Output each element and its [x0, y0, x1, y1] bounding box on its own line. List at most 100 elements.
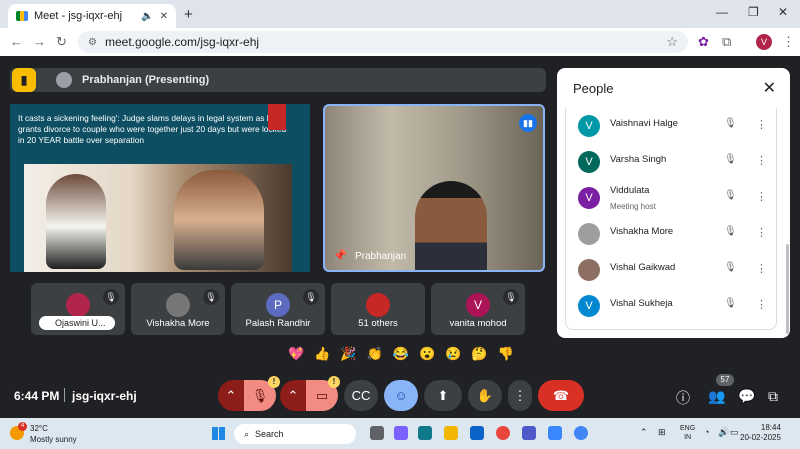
reaction-clap[interactable]: 👏 [367, 346, 383, 362]
chat-icon[interactable]: 💬 [738, 388, 755, 405]
participant-avatar: V [578, 295, 600, 317]
browser-toolbar: ← → ↻ ⚙ meet.google.com/jsg-iqxr-ehj ☆ ✿… [0, 28, 800, 56]
system-clock[interactable]: 18:44 20-02-2025 [740, 423, 781, 443]
others-tile[interactable]: 51 others [331, 283, 425, 335]
participant-name: Viddulata [610, 185, 650, 196]
presenter-camera-tile[interactable]: ▮▮ 📌 Prabhanjan [323, 104, 545, 272]
reaction-thumbs-up[interactable]: 👍 [314, 346, 330, 362]
more-vert-icon[interactable]: ⋮ [756, 262, 767, 275]
new-tab-button[interactable]: + [184, 6, 193, 23]
tray-chevron-icon[interactable]: ⌃ [640, 427, 648, 438]
participant-name: Vishal Gaikwad [610, 262, 676, 273]
muted-mic-icon: 🎙 [724, 298, 737, 309]
participant-avatar [66, 293, 90, 317]
battery-icon[interactable]: ▭ [730, 427, 739, 438]
forward-icon[interactable]: → [33, 34, 46, 49]
panel-close-icon[interactable]: ✕ [763, 78, 776, 98]
address-bar[interactable]: ⚙ meet.google.com/jsg-iqxr-ehj ☆ [78, 31, 688, 53]
captions-button[interactable]: CC [344, 380, 378, 411]
reaction-thinking[interactable]: 🤔 [471, 346, 487, 362]
wifi-icon[interactable]: ◔ [704, 427, 709, 437]
participant-avatar: V [578, 187, 600, 209]
site-info-icon[interactable]: ⚙ [88, 37, 97, 48]
participant-tile[interactable]: P 🎙 Palash Randhir [231, 283, 325, 335]
reload-icon[interactable]: ↻ [56, 34, 67, 50]
meet-favicon-icon [16, 11, 28, 21]
edge-icon[interactable] [418, 426, 432, 440]
file-explorer-icon[interactable] [444, 426, 458, 440]
more-options-button[interactable]: ⋮ [508, 380, 532, 411]
reaction-heart[interactable]: 💖 [288, 346, 304, 362]
reaction-sad[interactable]: 😢 [445, 346, 461, 362]
presenting-label: Prabhanjan (Presenting) [82, 74, 210, 86]
more-vert-icon[interactable]: ⋮ [756, 118, 767, 131]
region-code: IN [684, 434, 692, 441]
chrome-profile-icon[interactable] [574, 426, 588, 440]
participant-tile[interactable]: 🎙 Ojaswini U... [31, 283, 125, 335]
extension-flower-icon[interactable]: ✿ [698, 34, 709, 50]
pin-icon[interactable]: 📌 [333, 249, 347, 262]
camera-off-icon: ▭ [315, 387, 329, 403]
back-icon[interactable]: ← [10, 34, 23, 49]
panel-scrollbar[interactable] [786, 244, 789, 334]
participant-role: Meeting host [610, 202, 656, 211]
video-options-button[interactable]: ⌃ [280, 380, 306, 411]
profile-avatar[interactable]: V [756, 34, 772, 50]
task-view-icon[interactable] [370, 426, 384, 440]
participant-row[interactable]: V Vishal Sukheja 🎙 ⋮ [566, 288, 778, 324]
windows-start-icon[interactable] [212, 427, 225, 440]
participant-row[interactable]: V Varsha Singh 🎙 ⋮ [566, 144, 778, 180]
leave-call-button[interactable]: ☎ [538, 380, 584, 411]
outlook-icon[interactable] [470, 426, 484, 440]
teams-icon[interactable] [522, 426, 536, 440]
reaction-party[interactable]: 🎉 [340, 346, 356, 362]
activities-icon[interactable]: ⧉ [768, 388, 778, 405]
emoji-icon: ☺ [394, 388, 408, 403]
tab-close-icon[interactable]: ✕ [160, 11, 168, 22]
browser-tab[interactable]: Meet - jsg-iqxr-ehj 🔈 ✕ [8, 4, 176, 28]
tab-audio-icon[interactable]: 🔈 [141, 11, 153, 22]
reaction-surprised[interactable]: 😮 [419, 346, 435, 362]
reaction-laugh[interactable]: 😂 [393, 346, 409, 362]
hang-up-icon: ☎ [552, 387, 570, 403]
chrome-icon[interactable] [496, 426, 510, 440]
bookmark-star-icon[interactable]: ☆ [666, 34, 678, 50]
more-vert-icon[interactable]: ⋮ [756, 154, 767, 167]
participant-avatar [166, 293, 190, 317]
participant-name: Varsha Singh [610, 154, 667, 165]
copilot-icon[interactable] [394, 426, 408, 440]
present-button[interactable]: ⬆ [424, 380, 462, 411]
participant-name: Ojaswini U... [39, 316, 115, 330]
extensions-puzzle-icon[interactable]: ⧉ [722, 34, 731, 50]
store-icon[interactable] [548, 426, 562, 440]
more-vert-icon: ⋮ [513, 387, 527, 403]
more-vert-icon[interactable]: ⋮ [756, 190, 767, 203]
participant-avatar [578, 259, 600, 281]
taskbar-search[interactable]: ⌕ Search [234, 424, 356, 444]
participant-row[interactable]: Vishakha More 🎙 ⋮ [566, 216, 778, 252]
more-vert-icon[interactable]: ⋮ [756, 226, 767, 239]
participant-tile[interactable]: 🎙 Vishakha More [131, 283, 225, 335]
participant-row[interactable]: V Viddulata Meeting host 🎙 ⋮ [566, 180, 778, 216]
raise-hand-button[interactable]: ✋ [468, 380, 502, 411]
window-close-icon[interactable]: ✕ [778, 5, 788, 19]
reactions-button[interactable]: ☺ [384, 380, 418, 411]
volume-icon[interactable]: 🔊 [718, 427, 729, 438]
participant-row[interactable]: Vishal Gaikwad 🎙 ⋮ [566, 252, 778, 288]
more-vert-icon[interactable]: ⋮ [756, 298, 767, 311]
audio-options-button[interactable]: ⌃ [218, 380, 244, 411]
meeting-info-icon[interactable]: ⓘ [676, 388, 690, 408]
tray-app-icon[interactable]: ⊞ [658, 427, 666, 438]
participant-name: Vishal Sukheja [610, 298, 673, 309]
participant-tile[interactable]: V 🎙 vanita mohod [431, 283, 525, 335]
language-indicator[interactable]: ENG IN [680, 424, 695, 442]
participant-row[interactable]: V Vaishnavi Halge 🎙 ⋮ [566, 108, 778, 144]
minimize-icon[interactable]: — [716, 5, 728, 19]
maximize-icon[interactable]: ❐ [748, 5, 759, 19]
browser-menu-icon[interactable]: ⋮ [782, 34, 795, 50]
presenting-bar: ▮ Prabhanjan (Presenting) [10, 68, 546, 92]
people-icon[interactable]: 👥 [708, 388, 725, 405]
participant-avatar: V [578, 115, 600, 137]
participant-avatar: V [466, 293, 490, 317]
reaction-thumbs-down[interactable]: 👎 [498, 346, 514, 362]
